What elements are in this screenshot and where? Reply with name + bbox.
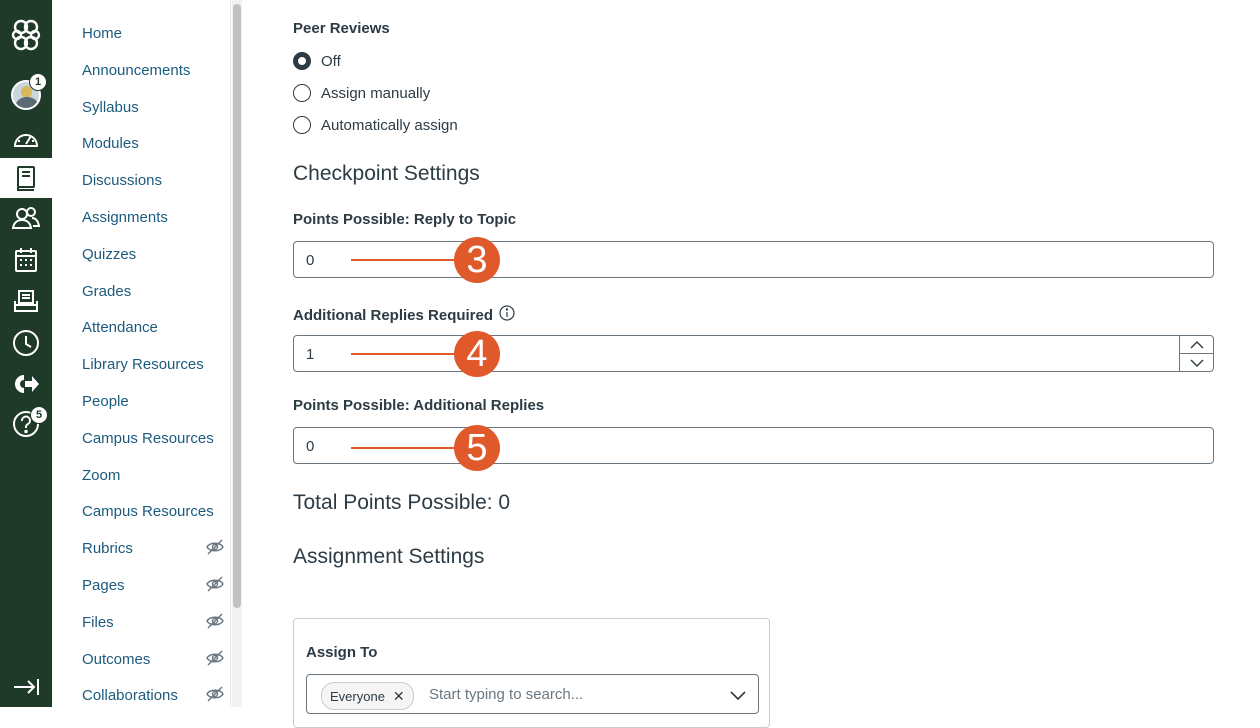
hidden-eye-icon: [206, 613, 224, 634]
assignee-chip[interactable]: Everyone ✕: [321, 682, 414, 710]
dashboard-icon[interactable]: [0, 118, 52, 158]
course-nav-rubrics[interactable]: Rubrics: [82, 540, 133, 557]
assignment-settings-heading: Assignment Settings: [293, 545, 485, 568]
course-nav-people[interactable]: People: [82, 393, 129, 410]
additional-points-value: 0: [306, 438, 315, 455]
chevron-down-icon[interactable]: [730, 688, 746, 706]
radio-label: Automatically assign: [321, 116, 458, 134]
course-nav-quizzes[interactable]: Quizzes: [82, 246, 136, 263]
callout-marker-3: 3: [454, 237, 500, 283]
total-points: Total Points Possible: 0: [293, 491, 511, 514]
course-nav: Home Announcements Syllabus Modules Disc…: [52, 0, 231, 707]
additional-replies-label-row: Additional Replies Required: [293, 305, 515, 325]
course-nav-zoom[interactable]: Zoom: [82, 467, 120, 484]
callout-marker-4: 4: [454, 331, 500, 377]
groups-icon[interactable]: [0, 198, 52, 238]
callout-marker-5: 5: [454, 425, 500, 471]
stepper-buttons: [1179, 336, 1213, 371]
course-nav-outcomes[interactable]: Outcomes: [82, 651, 150, 668]
course-nav-collaborations[interactable]: Collaborations: [82, 687, 178, 704]
info-icon[interactable]: [499, 305, 515, 325]
account-avatar[interactable]: 1: [0, 73, 52, 115]
assign-search-placeholder: Start typing to search...: [429, 686, 584, 703]
callout-line: [351, 353, 459, 355]
inbox-icon[interactable]: [0, 281, 52, 321]
course-nav-campus-resources[interactable]: Campus Resources: [82, 430, 214, 447]
increment-button[interactable]: [1180, 336, 1213, 354]
checkpoint-settings-heading: Checkpoint Settings: [293, 162, 480, 185]
collapse-nav-icon[interactable]: [0, 667, 52, 707]
callout-line: [351, 447, 459, 449]
calendar-icon[interactable]: [0, 240, 52, 280]
hidden-eye-icon: [206, 650, 224, 671]
course-nav-assignments[interactable]: Assignments: [82, 209, 168, 226]
main-content: Peer Reviews Off Assign manually Automat…: [293, 0, 1223, 728]
assign-to-label: Assign To: [306, 644, 378, 661]
hidden-eye-icon: [206, 576, 224, 597]
chip-label: Everyone: [330, 688, 385, 704]
additional-replies-label: Additional Replies Required: [293, 306, 494, 324]
course-nav-syllabus[interactable]: Syllabus: [82, 99, 139, 116]
course-nav-home[interactable]: Home: [82, 25, 122, 42]
course-nav-campus-resources-2[interactable]: Campus Resources: [82, 503, 214, 520]
help-badge: 5: [30, 406, 48, 424]
help-icon[interactable]: 5: [0, 404, 52, 444]
additional-replies-value: 1: [306, 346, 315, 363]
course-nav-discussions[interactable]: Discussions: [82, 172, 162, 189]
additional-points-input[interactable]: 0: [293, 427, 1214, 464]
radio-unchecked[interactable]: [293, 116, 311, 134]
logo-icon[interactable]: [0, 15, 52, 55]
peer-review-option-auto[interactable]: Automatically assign: [293, 116, 458, 134]
radio-checked[interactable]: [293, 52, 311, 70]
callout-line: [351, 259, 459, 261]
course-nav-library-resources[interactable]: Library Resources: [82, 356, 204, 373]
course-nav-grades[interactable]: Grades: [82, 283, 131, 300]
radio-label: Off: [321, 52, 341, 70]
additional-points-label: Points Possible: Additional Replies: [293, 397, 545, 414]
global-nav: 1 5: [0, 0, 52, 707]
course-nav-announcements[interactable]: Announcements: [82, 62, 190, 79]
course-nav-files[interactable]: Files: [82, 614, 114, 631]
remove-chip-icon[interactable]: ✕: [393, 688, 405, 705]
assign-to-input[interactable]: Everyone ✕ Start typing to search...: [306, 674, 759, 714]
courses-icon[interactable]: [0, 158, 52, 198]
course-nav-scrollbar[interactable]: [232, 0, 242, 707]
commons-icon[interactable]: [0, 364, 52, 404]
course-nav-attendance[interactable]: Attendance: [82, 319, 158, 336]
hidden-eye-icon: [206, 539, 224, 560]
peer-review-option-manual[interactable]: Assign manually: [293, 84, 430, 102]
account-badge: 1: [29, 73, 47, 91]
radio-label: Assign manually: [321, 84, 431, 102]
assign-to-card: Assign To Everyone ✕ Start typing to sea…: [293, 618, 770, 728]
reply-points-value: 0: [306, 252, 315, 269]
history-icon[interactable]: [0, 323, 52, 363]
hidden-eye-icon: [206, 686, 224, 707]
peer-reviews-title: Peer Reviews: [293, 20, 390, 37]
scrollbar-thumb[interactable]: [233, 4, 241, 608]
radio-unchecked[interactable]: [293, 84, 311, 102]
course-nav-modules[interactable]: Modules: [82, 135, 139, 152]
decrement-button[interactable]: [1180, 354, 1213, 371]
course-nav-pages[interactable]: Pages: [82, 577, 125, 594]
peer-review-option-off[interactable]: Off: [293, 52, 341, 70]
reply-points-label: Points Possible: Reply to Topic: [293, 211, 517, 228]
